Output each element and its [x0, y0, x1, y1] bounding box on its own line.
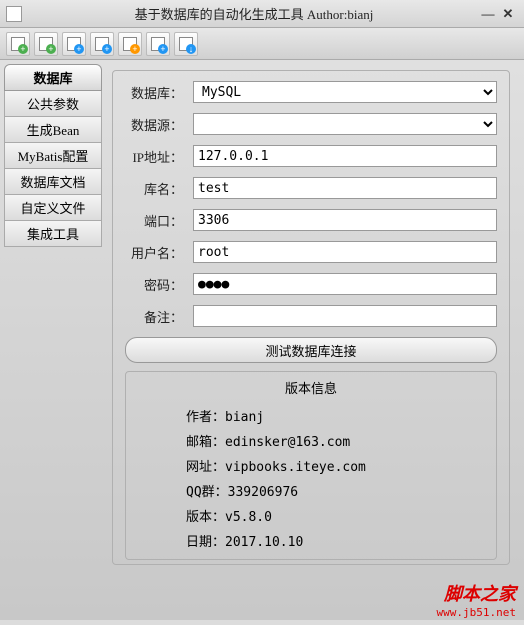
sidebar-header: 数据库	[4, 64, 102, 91]
info-author: 作者：bianj	[136, 403, 486, 428]
database-select[interactable]: MySQL	[193, 81, 497, 103]
label-user: 用户名：	[125, 243, 193, 262]
remark-input[interactable]	[193, 305, 497, 327]
label-ip: IP地址：	[125, 147, 193, 166]
info-date: 日期：2017.10.10	[136, 528, 486, 553]
sidebar-item-2[interactable]: MyBatis配置	[4, 143, 102, 169]
toolbar-btn-2[interactable]: +	[34, 32, 58, 56]
toolbar-btn-5[interactable]: +	[118, 32, 142, 56]
info-email: 邮箱：edinsker@163.com	[136, 428, 486, 453]
toolbar-btn-6[interactable]: +	[146, 32, 170, 56]
form-panel: 数据库： MySQL 数据源： IP地址： 库名： 端口： 用户名：	[112, 70, 510, 565]
close-button[interactable]: ✕	[498, 6, 518, 22]
sidebar-item-5[interactable]: 集成工具	[4, 221, 102, 247]
sidebar-item-3[interactable]: 数据库文档	[4, 169, 102, 195]
window-title: 基于数据库的自动化生成工具 Author:bianj	[30, 4, 478, 23]
minimize-button[interactable]: —	[478, 6, 498, 22]
test-connection-button[interactable]: 测试数据库连接	[125, 337, 497, 363]
label-datasource: 数据源：	[125, 115, 193, 134]
version-info-box: 版本信息 作者：bianj 邮箱：edinsker@163.com 网址：vip…	[125, 371, 497, 560]
user-input[interactable]	[193, 241, 497, 263]
ip-input[interactable]	[193, 145, 497, 167]
version-info-header: 版本信息	[136, 378, 486, 397]
app-icon	[6, 6, 22, 22]
info-qq: QQ群：339206976	[136, 478, 486, 503]
label-port: 端口：	[125, 211, 193, 230]
dbname-input[interactable]	[193, 177, 497, 199]
password-input[interactable]	[193, 273, 497, 295]
sidebar-item-1[interactable]: 生成Bean	[4, 117, 102, 143]
toolbar-btn-4[interactable]: +	[90, 32, 114, 56]
label-remark: 备注：	[125, 307, 193, 326]
toolbar-btn-1[interactable]: +	[6, 32, 30, 56]
label-dbname: 库名：	[125, 179, 193, 198]
toolbar-btn-7[interactable]: ↓	[174, 32, 198, 56]
datasource-select[interactable]	[193, 113, 497, 135]
sidebar: 数据库 公共参数 生成Bean MyBatis配置 数据库文档 自定义文件 集成…	[0, 60, 106, 620]
toolbar-btn-3[interactable]: +	[62, 32, 86, 56]
label-database: 数据库：	[125, 83, 193, 102]
sidebar-item-0[interactable]: 公共参数	[4, 91, 102, 117]
info-version: 版本：v5.8.0	[136, 503, 486, 528]
info-website: 网址：vipbooks.iteye.com	[136, 453, 486, 478]
label-password: 密码：	[125, 275, 193, 294]
sidebar-item-4[interactable]: 自定义文件	[4, 195, 102, 221]
toolbar: + + + + + + ↓	[0, 28, 524, 60]
titlebar: 基于数据库的自动化生成工具 Author:bianj — ✕	[0, 0, 524, 28]
port-input[interactable]	[193, 209, 497, 231]
